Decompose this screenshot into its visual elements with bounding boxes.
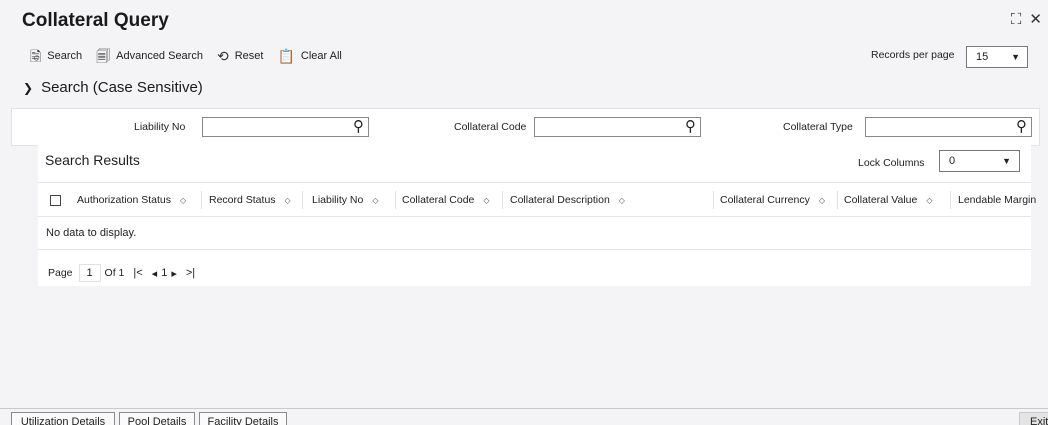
sort-icon: ◇ xyxy=(179,195,187,205)
page-of-label: Of 1 xyxy=(104,267,125,279)
tab-utilization-details[interactable]: Utilization Details xyxy=(11,412,115,425)
tab-pool-details[interactable]: Pool Details xyxy=(119,412,195,425)
collateral-type-label: Collateral Type xyxy=(783,121,853,133)
search-icon[interactable]: ⚲ xyxy=(685,118,696,136)
search-section-title: Search (Case Sensitive) xyxy=(41,79,203,96)
search-icon[interactable]: ⚲ xyxy=(1016,118,1027,136)
clear-all-icon: 📋 xyxy=(277,48,295,64)
results-table-header: Authorization Status ◇ Record Status ◇ Lia… xyxy=(38,182,1036,217)
liability-no-label: Liability No xyxy=(134,121,186,133)
divider xyxy=(38,249,1031,250)
search-section-toggle[interactable]: ❯ Search (Case Sensitive) xyxy=(23,79,203,96)
page-label: Page xyxy=(48,267,73,279)
search-panel: Liability No ⚲ Collateral Code ⚲ Collate… xyxy=(11,108,1040,146)
search-icon[interactable]: ⚲ xyxy=(353,118,364,136)
tab-facility-details[interactable]: Facility Details xyxy=(199,412,287,425)
maximize-icon[interactable]: ⛶ xyxy=(1011,11,1022,28)
advanced-search-button[interactable]: 🗐 Advanced Search xyxy=(96,49,203,63)
page-title: Collateral Query xyxy=(22,10,169,31)
page-number-input[interactable]: 1 xyxy=(78,264,101,282)
column-collateral-description[interactable]: Collateral Description ◇ xyxy=(510,183,625,217)
sort-icon: ◇ xyxy=(284,195,291,205)
column-record-status[interactable]: Record Status ◇ xyxy=(209,183,291,217)
exit-button[interactable]: Exit xyxy=(1019,412,1048,425)
previous-page-icon[interactable]: ◂ xyxy=(152,267,158,280)
reset-button[interactable]: ⟲ Reset xyxy=(217,49,263,63)
current-page-number: 1 xyxy=(161,267,168,279)
collateral-type-input[interactable]: ⚲ xyxy=(865,117,1032,137)
search-doc-icon: 🗟 xyxy=(30,48,42,64)
search-results-panel: Search Results Lock Columns 0 ▼ Authoriz… xyxy=(38,144,1036,286)
collateral-code-input[interactable]: ⚲ xyxy=(534,117,701,137)
window-controls: ⛶ ✕ xyxy=(1011,10,1042,29)
close-icon[interactable]: ✕ xyxy=(1029,10,1042,28)
select-all-checkbox[interactable] xyxy=(50,195,61,206)
records-per-page-value: 15 xyxy=(976,51,989,63)
sort-icon: ◇ xyxy=(618,195,625,205)
column-lendable-margin[interactable]: Lendable Margin xyxy=(958,183,1036,217)
records-per-page-select[interactable]: 15 ▼ xyxy=(966,46,1028,68)
empty-message: No data to display. xyxy=(46,227,137,239)
chevron-down-icon: ▼ xyxy=(1002,156,1011,166)
title-bar: Collateral Query ⛶ ✕ xyxy=(0,0,1048,42)
column-authorization-status[interactable]: Authorization Status ◇ xyxy=(77,183,186,217)
first-page-icon[interactable]: |< xyxy=(133,267,142,279)
column-collateral-value[interactable]: Collateral Value ◇ xyxy=(844,183,933,217)
sort-icon: ◇ xyxy=(926,195,933,205)
lock-columns-select[interactable]: 0 ▼ xyxy=(939,150,1020,172)
sort-icon: ◇ xyxy=(372,195,379,205)
sort-icon: ◇ xyxy=(818,195,826,205)
clear-all-button[interactable]: 📋 Clear All xyxy=(277,49,341,63)
reset-label: Reset xyxy=(234,50,264,62)
clear-all-label: Clear All xyxy=(300,50,342,62)
pagination: Page 1 Of 1 |< ◂ 1 ▸ >| xyxy=(48,264,195,282)
next-page-icon[interactable]: ▸ xyxy=(171,267,177,280)
lock-columns-value: 0 xyxy=(949,155,956,167)
chevron-down-icon: ❯ xyxy=(23,80,34,95)
liability-no-input[interactable]: ⚲ xyxy=(202,117,369,137)
advanced-search-icon: 🗐 xyxy=(96,48,111,64)
search-results-title: Search Results xyxy=(45,152,140,168)
column-collateral-code[interactable]: Collateral Code ◇ xyxy=(402,183,490,217)
search-button-label: Search xyxy=(47,50,83,62)
last-page-icon[interactable]: >| xyxy=(186,267,195,279)
reset-icon: ⟲ xyxy=(216,48,229,64)
chevron-down-icon: ▼ xyxy=(1011,52,1020,62)
search-button[interactable]: 🗟 Search xyxy=(30,49,82,63)
column-collateral-currency[interactable]: Collateral Currency ◇ xyxy=(720,183,825,217)
lock-columns-label: Lock Columns xyxy=(858,157,925,169)
toolbar: 🗟 Search 🗐 Advanced Search ⟲ Reset 📋 Cle… xyxy=(30,46,342,66)
sort-icon: ◇ xyxy=(483,195,490,205)
advanced-search-label: Advanced Search xyxy=(116,50,203,62)
records-per-page-label: Records per page xyxy=(871,49,955,61)
collateral-code-label: Collateral Code xyxy=(454,121,527,133)
footer-divider xyxy=(0,408,1048,409)
column-liability-no[interactable]: Liability No ◇ xyxy=(312,183,379,217)
